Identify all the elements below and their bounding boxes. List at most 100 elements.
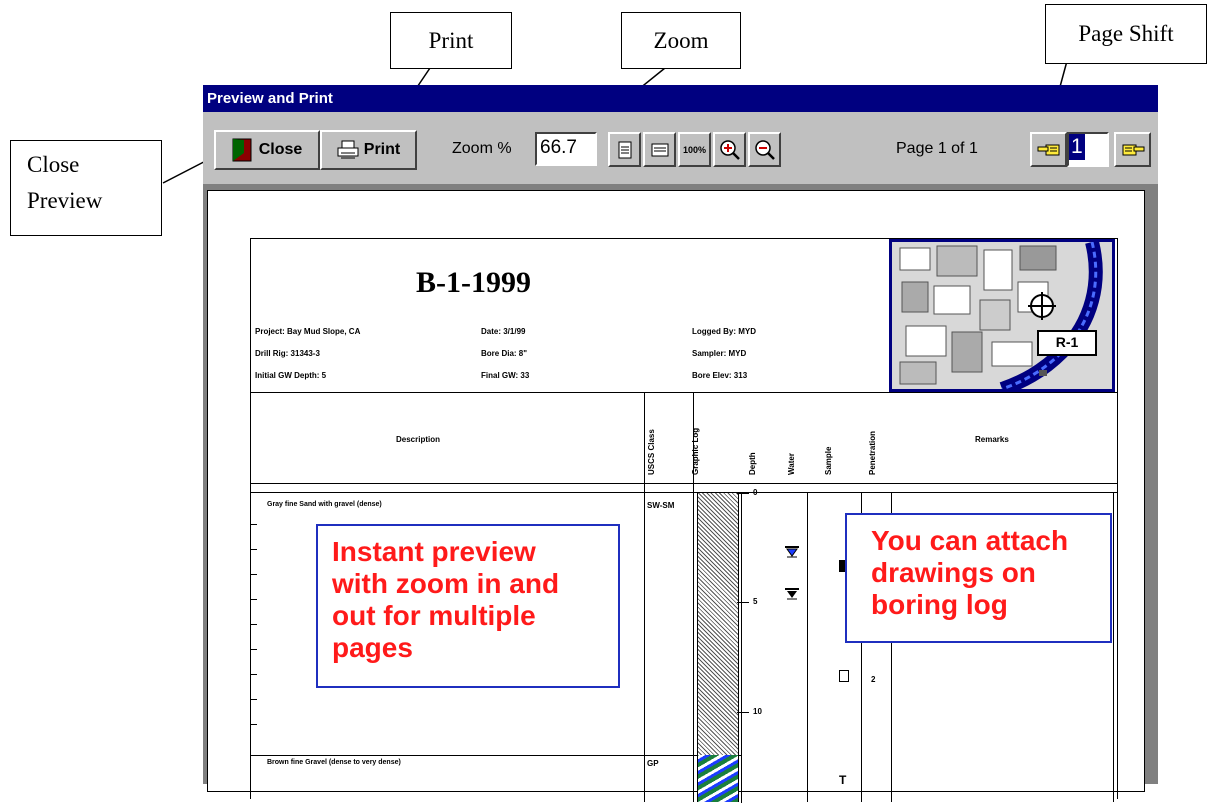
desc-tick bbox=[251, 624, 257, 625]
layer-boundary bbox=[251, 755, 741, 756]
zoom-100-label: 100% bbox=[682, 144, 707, 155]
depth-label-5: 5 bbox=[753, 597, 758, 606]
bore-dia-field: Bore Dia: 8" bbox=[481, 349, 528, 358]
print-callout-label: Print bbox=[428, 28, 474, 53]
close-preview-callout-line1: Close bbox=[27, 152, 80, 177]
final-gw-field: Final GW: 33 bbox=[481, 371, 530, 380]
page-shift-callout-label: Page Shift bbox=[1078, 21, 1174, 46]
column-header-bottom bbox=[251, 483, 1117, 484]
desc-tick bbox=[251, 699, 257, 700]
header-divider bbox=[251, 392, 1117, 393]
page-status: Page 1 of 1 bbox=[896, 140, 978, 157]
col-remarks: Remarks bbox=[975, 435, 1009, 444]
desc-tick bbox=[251, 724, 257, 725]
zoom-100-button[interactable]: 100% bbox=[678, 132, 711, 167]
depth-tick-10 bbox=[737, 712, 749, 713]
preview-page: B-1-1999 Project: Bay Mud Slope, CA Date… bbox=[207, 190, 1145, 803]
zoom-out-icon bbox=[754, 139, 775, 160]
page-number-value: 1 bbox=[1069, 134, 1085, 160]
zoom-callout: Zoom bbox=[621, 12, 741, 69]
zoom-out-button[interactable] bbox=[748, 132, 781, 167]
close-preview-callout-line2: Preview bbox=[27, 188, 103, 213]
depth-axis bbox=[741, 493, 742, 803]
full-page-button[interactable] bbox=[608, 132, 641, 167]
preview-area[interactable]: B-1-1999 Project: Bay Mud Slope, CA Date… bbox=[203, 184, 1158, 803]
col-graphic-log: Graphic Log bbox=[691, 427, 700, 475]
initial-gw-field: Initial GW Depth: 5 bbox=[255, 371, 327, 380]
page-width-icon bbox=[651, 143, 668, 156]
attach-annotation-line1: You can attach bbox=[871, 525, 1069, 556]
col-uscs: USCS Class bbox=[647, 429, 656, 475]
close-button[interactable]: Close bbox=[214, 130, 320, 170]
window-titlebar: Preview and Print bbox=[203, 85, 1158, 112]
toolbar: Close Print Zoom % 66.7 100% Page 1 of 1… bbox=[203, 112, 1158, 182]
layer2-description: Brown fine Gravel (dense to very dense) bbox=[267, 759, 401, 766]
logged-by-field: Logged By: MYD bbox=[692, 327, 756, 336]
graphic-log-sand bbox=[697, 493, 739, 755]
preview-annotation: Instant preview with zoom in and out for… bbox=[316, 524, 620, 688]
preview-annotation-line4: pages bbox=[332, 632, 413, 663]
desc-tick bbox=[251, 549, 257, 550]
layer1-class: SW-SM bbox=[647, 501, 675, 510]
preview-annotation-line1: Instant preview bbox=[332, 536, 536, 567]
zoom-in-icon bbox=[719, 139, 740, 160]
page-width-button[interactable] bbox=[643, 132, 676, 167]
col-divider-3 bbox=[807, 492, 808, 802]
next-page-button[interactable] bbox=[1114, 132, 1151, 167]
zoom-in-button[interactable] bbox=[713, 132, 746, 167]
previous-page-button[interactable] bbox=[1030, 132, 1067, 167]
page-number-input[interactable]: 1 bbox=[1067, 132, 1109, 167]
penetration-value-1: 2 bbox=[871, 675, 876, 684]
hand-pointing-right-icon bbox=[1122, 144, 1144, 155]
desc-tick bbox=[251, 649, 257, 650]
layer2-class: GP bbox=[647, 759, 659, 768]
attach-annotation-line3: boring log bbox=[871, 589, 1008, 620]
col-penetration: Penetration bbox=[868, 430, 877, 475]
zoom-label: Zoom % bbox=[452, 140, 512, 157]
sample-marker-2 bbox=[839, 670, 849, 682]
depth-label-10: 10 bbox=[753, 707, 762, 716]
graphic-log-gravel bbox=[697, 755, 739, 802]
zoom-input[interactable]: 66.7 bbox=[535, 132, 597, 166]
printer-icon bbox=[337, 140, 359, 159]
bore-elev-field: Bore Elev: 313 bbox=[692, 371, 748, 380]
preview-annotation-line2: with zoom in and bbox=[332, 568, 560, 599]
drill-rig-field: Drill Rig: 31343-3 bbox=[255, 349, 320, 358]
sampler-field: Sampler: MYD bbox=[692, 349, 747, 358]
page-shift-callout: Page Shift bbox=[1045, 4, 1207, 64]
col-sample: Sample bbox=[824, 446, 833, 475]
layer1-description: Gray fine Sand with gravel (dense) bbox=[267, 501, 382, 508]
log-title: B-1-1999 bbox=[416, 266, 531, 299]
attach-annotation: You can attach drawings on boring log bbox=[845, 513, 1112, 643]
hand-pointing-left-icon bbox=[1037, 144, 1059, 155]
water-level-final-icon bbox=[785, 588, 799, 600]
map-label-r1: R-1 bbox=[1037, 330, 1097, 356]
depth-tick-5 bbox=[737, 602, 749, 603]
zoom-callout-label: Zoom bbox=[653, 28, 709, 53]
col-description: Description bbox=[396, 435, 441, 444]
print-button-label: Print bbox=[363, 141, 401, 158]
map-image bbox=[892, 242, 1112, 389]
column-header-bottom-2 bbox=[251, 492, 1117, 493]
close-preview-callout: Close Preview bbox=[10, 140, 162, 236]
full-page-icon bbox=[618, 141, 631, 158]
sample-marker-3: T bbox=[839, 773, 847, 787]
site-map-drawing: R-1 bbox=[889, 239, 1115, 392]
print-callout: Print bbox=[390, 12, 512, 69]
col-water: Water bbox=[787, 453, 796, 475]
project-field: Project: Bay Mud Slope, CA bbox=[255, 327, 361, 336]
print-button[interactable]: Print bbox=[320, 130, 417, 170]
desc-tick bbox=[251, 599, 257, 600]
depth-tick-0 bbox=[737, 493, 749, 494]
col-divider-1 bbox=[644, 392, 645, 802]
col-divider-6 bbox=[1113, 492, 1114, 802]
desc-tick bbox=[251, 674, 257, 675]
close-button-label: Close bbox=[258, 141, 303, 158]
preview-annotation-line3: out for multiple bbox=[332, 600, 536, 631]
desc-tick bbox=[251, 524, 257, 525]
exit-door-icon bbox=[232, 138, 252, 162]
attach-annotation-line2: drawings on bbox=[871, 557, 1036, 588]
col-depth: Depth bbox=[748, 452, 757, 475]
desc-tick bbox=[251, 574, 257, 575]
depth-label-0: 0 bbox=[753, 488, 758, 497]
